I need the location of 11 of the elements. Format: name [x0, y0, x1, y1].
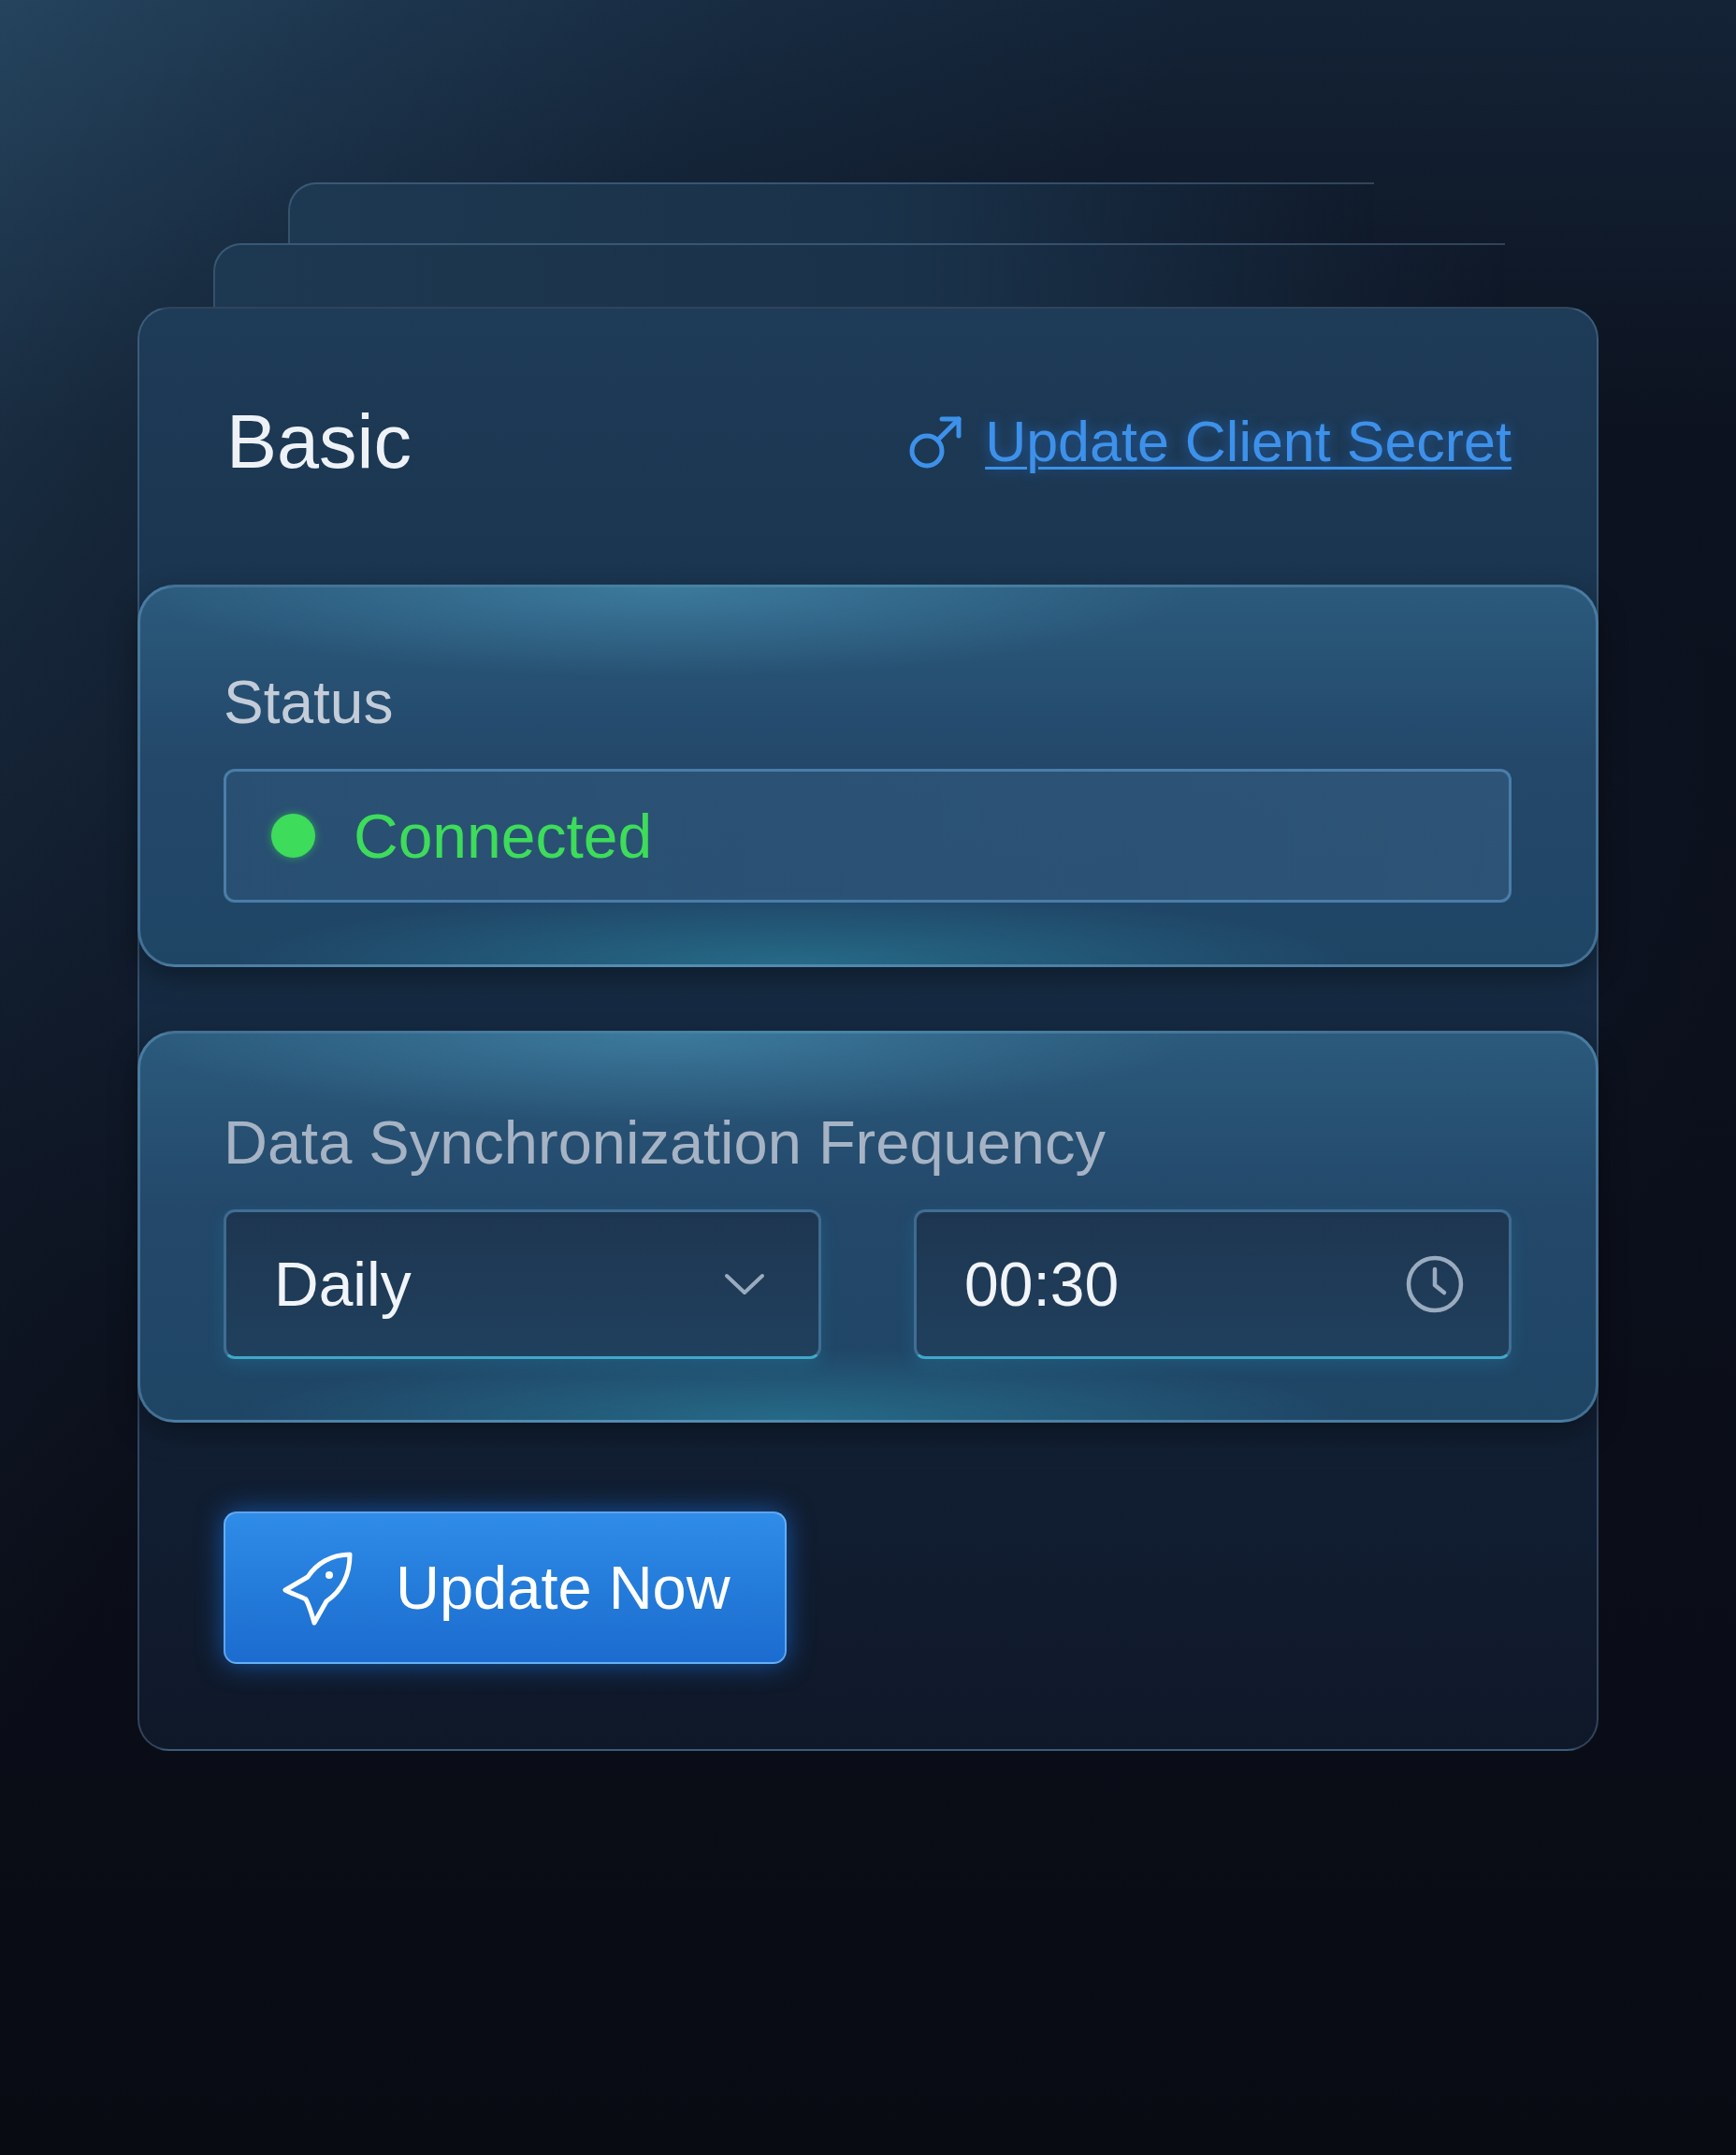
circle-arrow-icon — [908, 413, 963, 470]
clock-icon — [1406, 1255, 1464, 1313]
field-label: Data Synchronization Frequency — [224, 1107, 1107, 1179]
card-title: Basic — [226, 398, 412, 485]
field-label: Status — [224, 668, 395, 738]
status-text: Connected — [354, 800, 653, 872]
update-now-button[interactable]: Update Now — [224, 1511, 787, 1664]
chevron-down-icon — [723, 1272, 766, 1296]
update-client-secret-link[interactable]: Update Client Secret — [908, 409, 1512, 475]
frequency-dropdown[interactable]: Daily — [224, 1209, 821, 1359]
time-input-field[interactable]: 00:30 — [914, 1209, 1512, 1359]
